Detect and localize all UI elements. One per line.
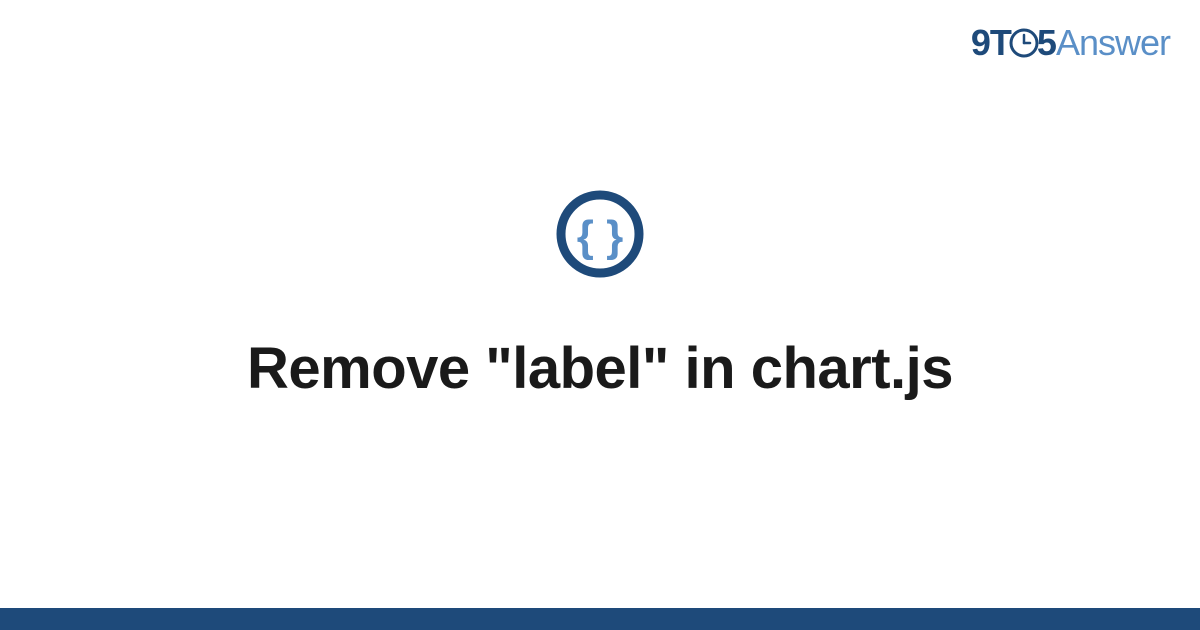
svg-text:{ }: { } — [577, 212, 623, 261]
page-title: Remove "label" in chart.js — [247, 335, 953, 402]
braces-icon: { } — [554, 188, 646, 285]
footer-bar — [0, 608, 1200, 630]
main-content: { } Remove "label" in chart.js — [0, 0, 1200, 630]
